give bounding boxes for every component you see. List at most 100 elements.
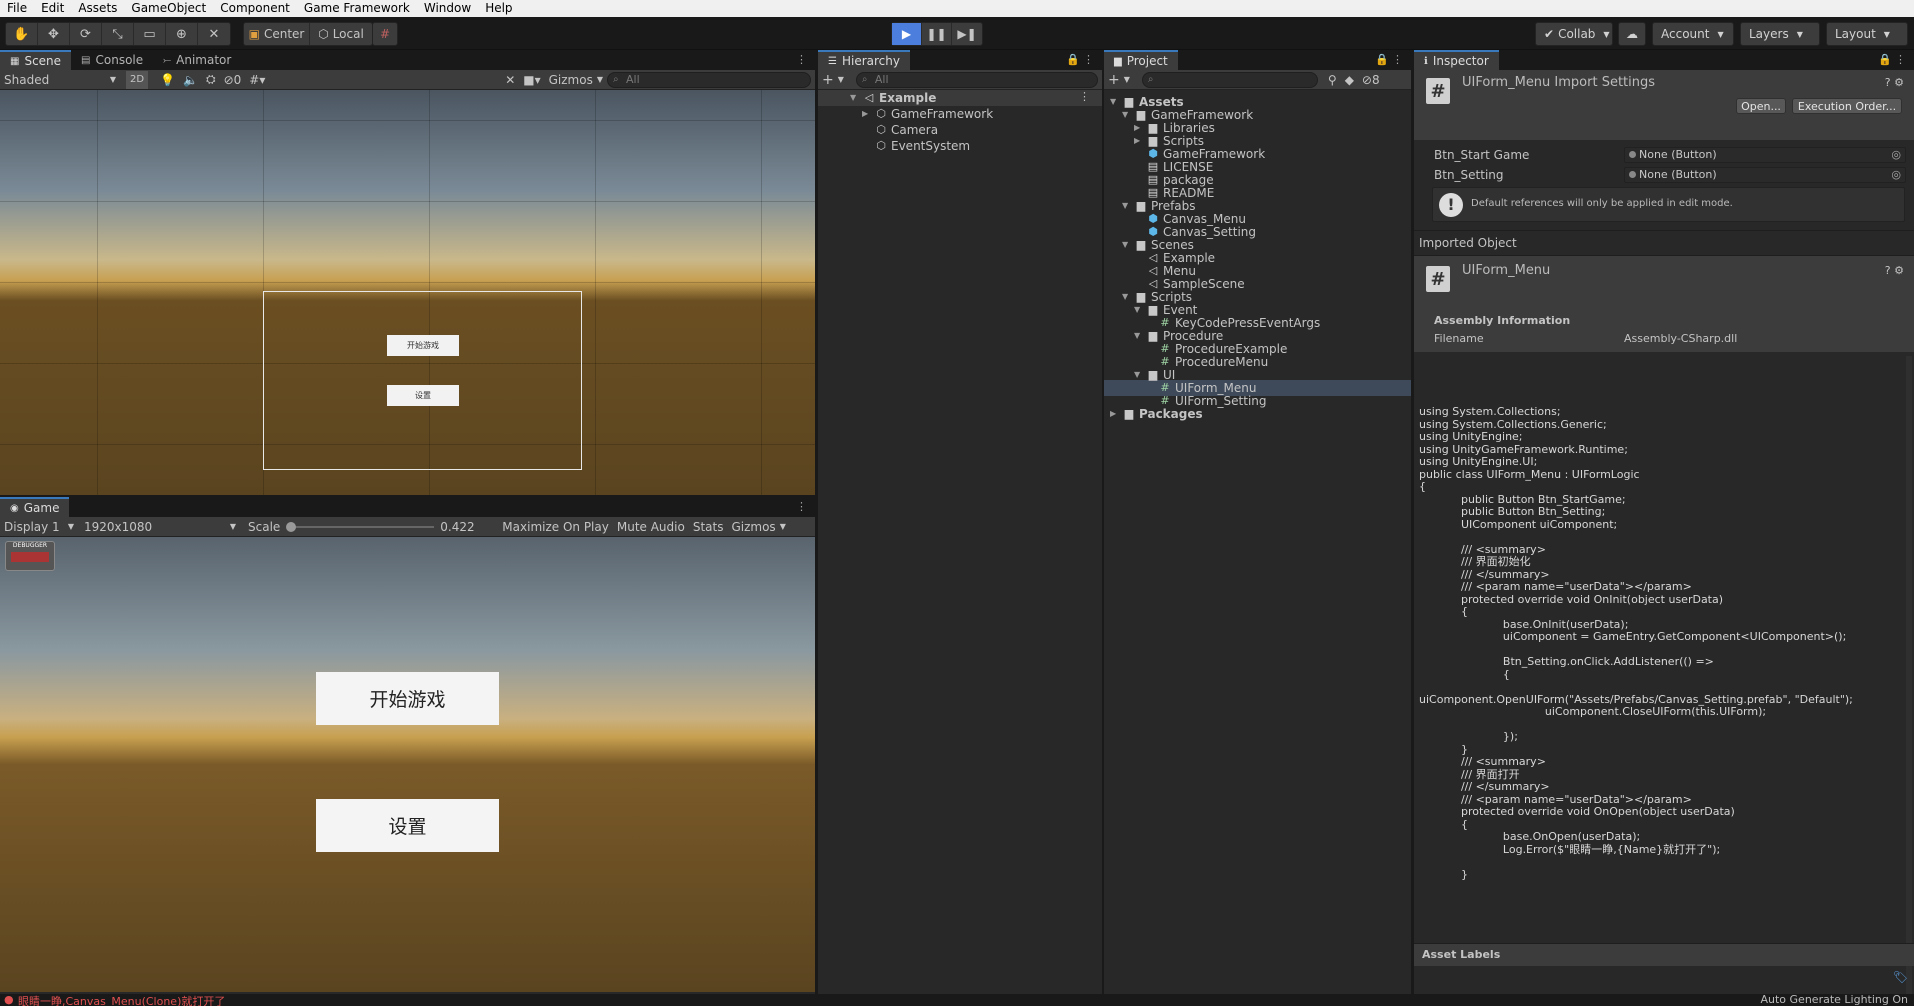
lighting-icon[interactable]: 💡 [156,71,179,89]
more-icon[interactable]: ⋮ [1083,53,1094,66]
pivot-center-button[interactable]: ▣ Center [244,23,310,45]
lock-icon[interactable]: 🔒 [1375,53,1389,66]
project-tree-item[interactable]: ▶ ▆ Packages [1110,406,1203,422]
filter-type-icon[interactable]: ⚲ [1324,71,1341,89]
step-button[interactable]: ▶❚ [952,23,982,45]
hierarchy-item[interactable]: ⬡ EventSystem [874,138,970,154]
scene-setting-button[interactable]: 设置 [387,385,459,406]
menu-assets[interactable]: Assets [71,0,124,17]
expand-arrow-icon[interactable]: ▼ [1122,198,1134,214]
help-icon[interactable]: ? ⚙ [1885,76,1904,89]
game-viewport[interactable]: DEBUGGER 开始游戏 设置 [0,537,815,992]
scene-start-button[interactable]: 开始游戏 [387,335,459,356]
btn-setting-field[interactable]: None (Button) ◎ [1624,167,1906,183]
canvas-bounds[interactable] [263,291,582,470]
menu-file[interactable]: File [0,0,34,17]
project-search-input[interactable]: ⌕ [1141,71,1318,88]
create-add-button[interactable]: + ▼ [1104,71,1134,89]
hierarchy-item[interactable]: ⬡ Camera [874,122,938,138]
target-picker-icon[interactable]: ◎ [1891,148,1901,162]
expand-arrow-icon[interactable]: ▼ [1134,328,1146,344]
tab-inspector[interactable]: ℹ Inspector [1414,50,1499,70]
stats-toggle[interactable]: Stats [689,518,728,536]
expand-arrow-icon[interactable]: ▼ [1110,94,1122,110]
expand-arrow-icon[interactable]: ▼ [1122,107,1134,123]
settings-button[interactable]: 设置 [316,799,499,852]
menu-help[interactable]: Help [478,0,519,17]
expand-arrow-icon[interactable]: ▼ [1122,237,1134,253]
account-dropdown[interactable]: Account ▼ [1652,22,1734,46]
menu-game-framework[interactable]: Game Framework [297,0,417,17]
rotate-tool-icon[interactable]: ⟳ [70,23,102,45]
hierarchy-scene[interactable]: ▼ ◁ Example [850,90,936,106]
audio-icon[interactable]: 🔈 [179,71,202,89]
debugger-widget[interactable]: DEBUGGER [5,541,55,571]
expand-arrow-icon[interactable]: ▼ [1122,289,1134,305]
more-icon[interactable]: ⋮ [796,53,807,66]
more-icon[interactable]: ⋮ [1895,53,1906,66]
layers-dropdown[interactable]: Layers ▼ [1740,22,1820,46]
display-dropdown[interactable]: Display 1 ▼ [0,518,78,536]
pivot-local-button[interactable]: ⬡ Local [310,23,372,45]
label-tag-icon[interactable]: 🏷 [1893,970,1908,984]
effects-icon[interactable]: ⛭ [202,71,220,89]
layout-dropdown[interactable]: Layout ▼ [1826,22,1908,46]
tab-console[interactable]: ▤ Console [71,50,153,70]
lock-icon[interactable]: 🔒 [1878,53,1892,66]
scene-viewport[interactable]: 开始游戏 设置 [0,90,815,495]
play-button[interactable]: ▶ [892,23,922,45]
grid-toggle-icon[interactable]: #▾ [245,71,269,89]
more-icon[interactable]: ⋮ [1079,90,1090,103]
camera-icon[interactable]: ■▾ [519,71,544,89]
scrollbar[interactable] [1906,356,1912,994]
game-gizmos-dropdown[interactable]: Gizmos ▼ [727,518,789,536]
hierarchy-search-input[interactable]: ⌕ All [855,71,1098,88]
menu-edit[interactable]: Edit [34,0,71,17]
label-filter-icon[interactable]: ◆ [1341,71,1358,89]
resolution-dropdown[interactable]: 1920x1080 ▼ [80,518,240,536]
hierarchy-item[interactable]: ▶ ⬡ GameFramework [862,106,993,122]
open-button[interactable]: Open... [1736,98,1786,114]
target-picker-icon[interactable]: ◎ [1891,168,1901,182]
btn-start-game-field[interactable]: None (Button) ◎ [1624,147,1906,163]
shading-dropdown[interactable]: Shaded ▼ [0,71,120,89]
pause-button[interactable]: ❚❚ [922,23,952,45]
tools-icon[interactable]: ✕ [501,71,519,89]
lock-icon[interactable]: 🔒 [1066,53,1080,66]
menu-window[interactable]: Window [417,0,478,17]
tab-animator[interactable]: ⤚ Animator [153,50,241,70]
tab-project[interactable]: ▆ Project [1104,50,1178,70]
tab-hierarchy[interactable]: ☰ Hierarchy [818,50,910,70]
cloud-button[interactable]: ☁ [1618,22,1646,46]
start-game-button[interactable]: 开始游戏 [316,672,499,725]
transform-tool-icon[interactable]: ⊕ [166,23,198,45]
rect-tool-icon[interactable]: ▭ [134,23,166,45]
grid-snap-icon[interactable]: # [373,23,397,45]
status-error-message[interactable]: 眼睛一睁,Canvas_Menu(Clone)就打开了 [18,993,225,1006]
scene-search-input[interactable]: ⌕ All [607,71,811,88]
execution-order-button[interactable]: Execution Order... [1792,98,1902,114]
expand-arrow-icon[interactable]: ▼ [1134,302,1146,318]
mute-audio-toggle[interactable]: Mute Audio [613,518,689,536]
hidden-objects-toggle[interactable]: ⊘ 0 [220,71,246,89]
move-tool-icon[interactable]: ✥ [38,23,70,45]
scale-slider[interactable] [286,518,436,536]
create-add-button[interactable]: + ▼ [818,71,848,89]
mode-2d-toggle[interactable]: 2D [126,70,149,89]
gizmos-dropdown[interactable]: Gizmos ▼ [545,71,607,89]
hand-tool-icon[interactable]: ✋ [6,23,38,45]
slider-thumb[interactable] [286,521,297,532]
collab-dropdown[interactable]: ✔ Collab ▼ [1535,22,1613,46]
more-icon[interactable]: ⋮ [1392,53,1403,66]
menu-gameobject[interactable]: GameObject [124,0,213,17]
scale-tool-icon[interactable]: ⤡ [102,23,134,45]
tab-scene[interactable]: ▦ Scene [0,50,72,70]
more-icon[interactable]: ⋮ [796,500,807,513]
menu-component[interactable]: Component [213,0,297,17]
custom-tool-icon[interactable]: ✕ [198,23,230,45]
hidden-packages-toggle[interactable]: ⊘ 8 [1358,71,1384,89]
tab-game[interactable]: ◉ Game [0,497,70,517]
help-icon[interactable]: ? ⚙ [1885,264,1904,277]
expand-arrow-icon[interactable]: ▼ [1134,367,1146,383]
collapse-arrow-icon[interactable]: ▶ [1110,406,1122,422]
